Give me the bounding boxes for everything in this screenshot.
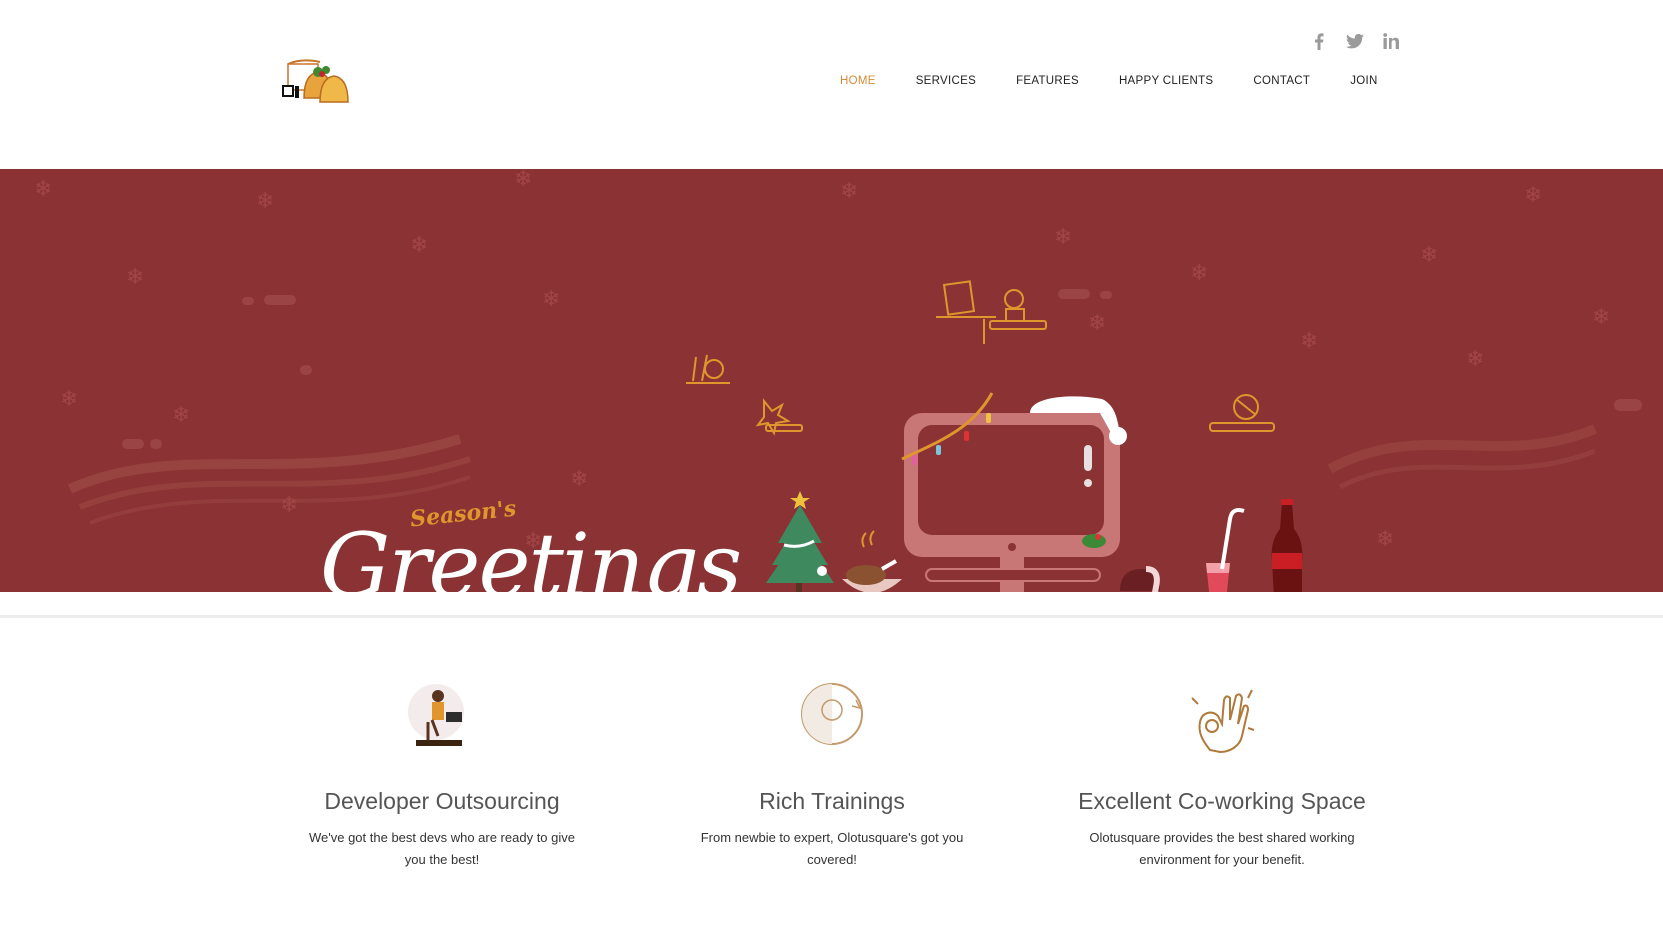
- facebook-icon[interactable]: [1310, 32, 1328, 50]
- linkedin-icon[interactable]: [1382, 32, 1400, 50]
- nav-services[interactable]: SERVICES: [916, 75, 976, 87]
- feature-rich-trainings: Rich Trainings From newbie to expert, Ol…: [682, 680, 982, 871]
- nav-home[interactable]: HOME: [840, 75, 876, 87]
- feature-title: Rich Trainings: [759, 788, 905, 814]
- feature-coworking-space: Excellent Co-working Space Olotusquare p…: [1072, 680, 1372, 871]
- nav-join[interactable]: JOIN: [1350, 75, 1377, 87]
- social-links: [1310, 32, 1400, 50]
- ok-hand-icon: [1191, 689, 1255, 754]
- main-nav: HOME SERVICES FEATURES HAPPY CLIENTS CON…: [840, 75, 1378, 87]
- nav-happy-clients[interactable]: HAPPY CLIENTS: [1119, 75, 1213, 87]
- feature-text: From newbie to expert, Olotusquare's got…: [700, 830, 964, 867]
- twitter-icon[interactable]: [1346, 32, 1364, 50]
- feature-developer-outsourcing: Developer Outsourcing We've got the best…: [292, 680, 592, 871]
- training-icon: [801, 683, 863, 745]
- nav-features[interactable]: FEATURES: [1016, 75, 1079, 87]
- hero-title: Greetings: [320, 514, 742, 592]
- feature-title: Excellent Co-working Space: [1078, 788, 1366, 814]
- logo[interactable]: [282, 58, 352, 116]
- hero-floor: [0, 592, 1663, 618]
- site-header: HOME SERVICES FEATURES HAPPY CLIENTS CON…: [0, 0, 1663, 170]
- feature-text: Olotusquare provides the best shared wor…: [1089, 830, 1355, 867]
- developer-icon: [408, 684, 464, 746]
- feature-title: Developer Outsourcing: [324, 788, 560, 814]
- hero-illustration: [67, 280, 1597, 592]
- hero-banner: ❄ ❄ ❄ ❄ ❄ ❄ ❄ ❄ ❄ ❄ ❄ ❄ ❄ ❄ ❄ ❄ ❄ ❄ ❄ ❄ …: [0, 169, 1663, 592]
- feature-text: We've got the best devs who are ready to…: [308, 830, 575, 867]
- nav-contact[interactable]: CONTACT: [1253, 75, 1310, 87]
